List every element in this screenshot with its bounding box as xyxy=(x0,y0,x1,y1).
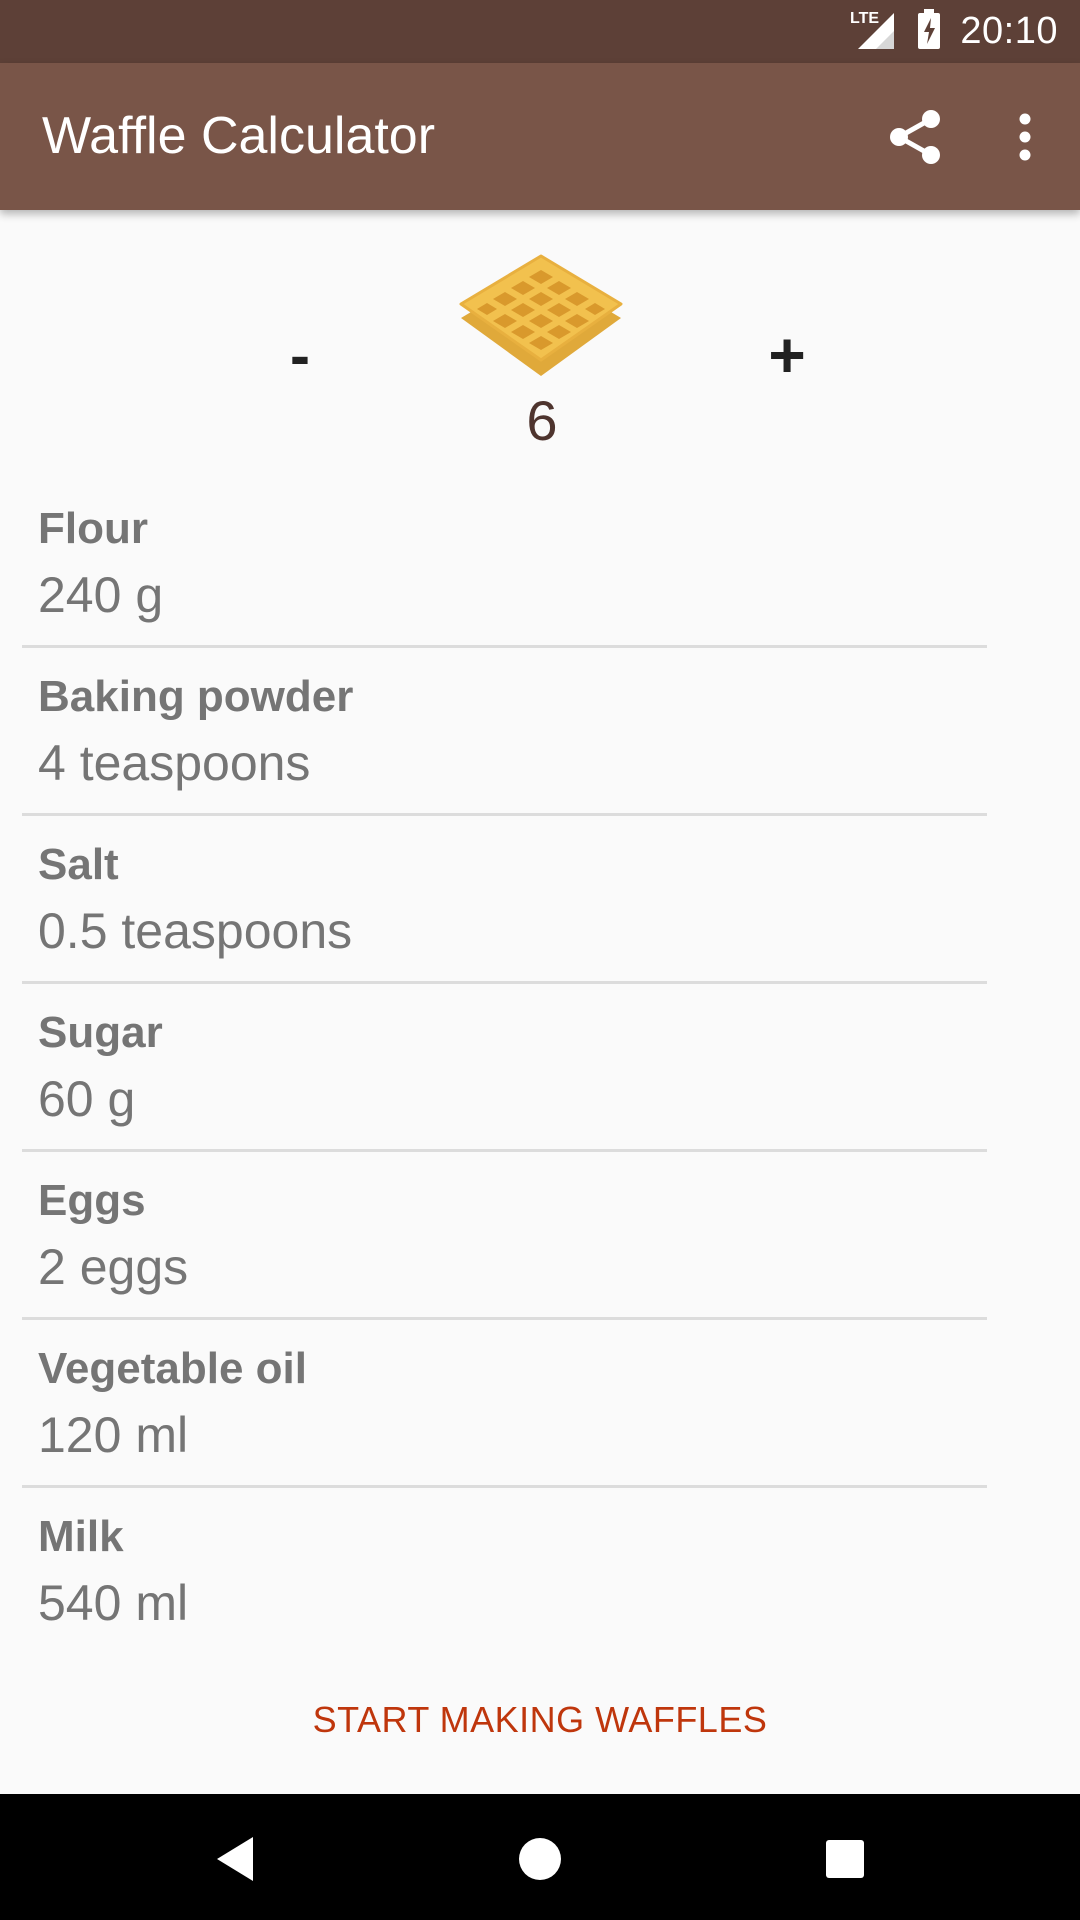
share-icon xyxy=(890,109,940,164)
ingredient-amount: 2 eggs xyxy=(38,1239,189,1295)
ingredient-name: Salt xyxy=(38,840,119,889)
ingredient-amount: 60 g xyxy=(38,1071,136,1127)
recents-button[interactable] xyxy=(800,1814,890,1904)
ingredient-name: Milk xyxy=(38,1512,124,1561)
waffle-counter: - 6 + xyxy=(0,210,1080,480)
list-item: Milk 540 ml xyxy=(22,1488,987,1656)
ingredient-list: Flour 240 g Baking powder 4 teaspoons Sa… xyxy=(22,480,987,1656)
waffle-icon xyxy=(459,254,623,376)
status-icons: LTE 20:10 xyxy=(850,0,1058,63)
back-icon xyxy=(217,1837,253,1881)
list-item: Flour 240 g xyxy=(22,480,987,648)
ingredient-name: Vegetable oil xyxy=(38,1344,307,1393)
increase-button[interactable]: + xyxy=(752,310,822,400)
ingredient-name: Flour xyxy=(38,504,148,553)
recents-icon xyxy=(826,1840,864,1878)
share-button[interactable] xyxy=(860,82,970,192)
list-item: Vegetable oil 120 ml xyxy=(22,1320,987,1488)
status-bar: LTE 20:10 xyxy=(0,0,1080,63)
svg-text:LTE: LTE xyxy=(850,10,879,27)
app-title: Waffle Calculator xyxy=(42,107,436,165)
navigation-bar xyxy=(0,1794,1080,1920)
ingredient-name: Baking powder xyxy=(38,672,354,721)
ingredient-amount: 540 ml xyxy=(38,1575,189,1631)
back-button[interactable] xyxy=(190,1814,280,1904)
list-item: Salt 0.5 teaspoons xyxy=(22,816,987,984)
ingredient-amount: 0.5 teaspoons xyxy=(38,903,353,959)
home-icon xyxy=(519,1838,561,1880)
more-options-button[interactable] xyxy=(970,82,1080,192)
ingredient-amount: 4 teaspoons xyxy=(38,735,311,791)
app-actions xyxy=(860,63,1080,210)
lte-signal-icon: LTE xyxy=(850,7,898,56)
waffle-count: 6 xyxy=(526,389,558,452)
status-time: 20:10 xyxy=(960,10,1058,52)
list-item: Baking powder 4 teaspoons xyxy=(22,648,987,816)
start-making-waffles-button[interactable]: START MAKING WAFFLES xyxy=(0,1680,1080,1760)
list-item: Eggs 2 eggs xyxy=(22,1152,987,1320)
decrease-button[interactable]: - xyxy=(270,310,330,400)
ingredient-name: Sugar xyxy=(38,1008,163,1057)
home-button[interactable] xyxy=(495,1814,585,1904)
ingredient-name: Eggs xyxy=(38,1176,146,1225)
more-vert-icon xyxy=(1019,113,1031,160)
app-bar: Waffle Calculator xyxy=(0,63,1080,210)
ingredient-amount: 240 g xyxy=(38,567,164,623)
ingredient-amount: 120 ml xyxy=(38,1407,189,1463)
list-item: Sugar 60 g xyxy=(22,984,987,1152)
battery-charging-icon xyxy=(916,8,942,55)
